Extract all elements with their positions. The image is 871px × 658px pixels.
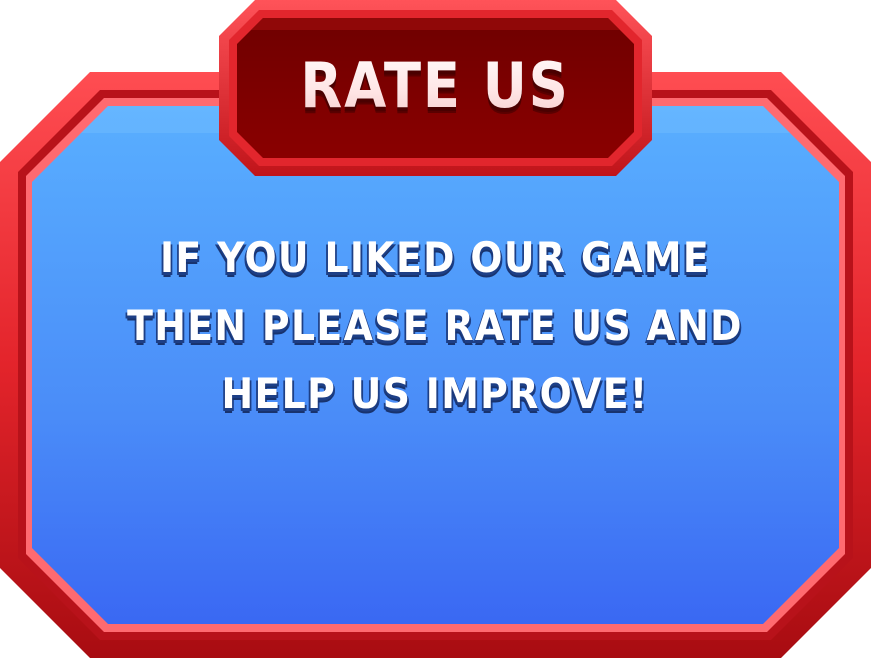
popup-message: IF YOU LIKED OUR GAME THEN PLEASE RATE U… [98,224,773,428]
message-line: IF YOU LIKED OUR GAME [159,233,711,282]
message-line: HELP US IMPROVE! [221,369,649,418]
rate-us-popup: RATE US IF YOU LIKED OUR GAME THEN PLEAS… [0,0,871,658]
title-plate-shine [251,18,620,30]
popup-title: RATE US [250,40,620,130]
message-line: THEN PLEASE RATE US AND [127,301,743,350]
